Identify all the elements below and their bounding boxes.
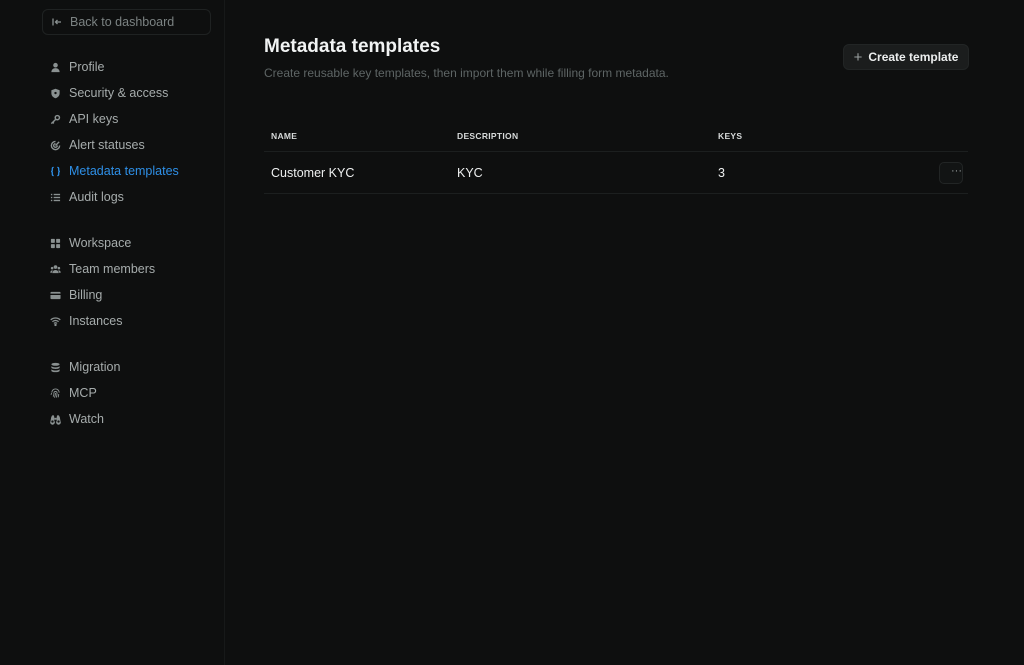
nav-group-tools: Migration MCP Watch xyxy=(42,354,222,432)
row-actions-button[interactable]: ··· xyxy=(939,162,963,184)
template-name-cell[interactable]: Customer KYC xyxy=(271,152,354,194)
sidebar-item-label: Migration xyxy=(69,360,121,374)
column-header-description[interactable]: DESCRIPTION xyxy=(457,122,518,150)
more-horizontal-icon: ··· xyxy=(951,165,962,177)
template-description-cell: KYC xyxy=(457,166,483,180)
arrow-left-icon xyxy=(51,16,63,28)
alert-icon xyxy=(50,140,61,151)
sidebar-item-billing[interactable]: Billing xyxy=(42,282,222,308)
page-title: Metadata templates xyxy=(264,36,441,57)
sidebar-item-api-keys[interactable]: API keys xyxy=(42,106,222,132)
sidebar-item-label: Metadata templates xyxy=(69,164,179,178)
sidebar-item-audit-logs[interactable]: Audit logs xyxy=(42,184,222,210)
sidebar-item-watch[interactable]: Watch xyxy=(42,406,222,432)
column-header-keys[interactable]: KEYS xyxy=(718,122,742,150)
sidebar-item-team-members[interactable]: Team members xyxy=(42,256,222,282)
back-to-dashboard-button[interactable]: Back to dashboard xyxy=(42,9,211,35)
list-icon xyxy=(50,192,61,203)
sidebar-item-workspace[interactable]: Workspace xyxy=(42,230,222,256)
credit-card-icon xyxy=(50,290,61,301)
user-icon xyxy=(50,62,61,73)
page-subtitle: Create reusable key templates, then impo… xyxy=(264,66,669,80)
sidebar-item-migration[interactable]: Migration xyxy=(42,354,222,380)
sidebar-item-label: Workspace xyxy=(69,236,132,250)
sidebar-item-label: Security & access xyxy=(69,86,169,100)
table-header: NAME DESCRIPTION KEYS xyxy=(264,122,968,152)
sidebar-item-label: Billing xyxy=(69,288,103,302)
key-icon xyxy=(50,114,61,125)
plus-icon: + xyxy=(853,48,863,66)
back-to-dashboard-label: Back to dashboard xyxy=(70,15,175,29)
sidebar-item-mcp[interactable]: MCP xyxy=(42,380,222,406)
create-template-label: Create template xyxy=(868,50,959,64)
sidebar-item-instances[interactable]: Instances xyxy=(42,308,222,334)
sidebar-item-label: Watch xyxy=(69,412,104,426)
sidebar-item-label: Audit logs xyxy=(69,190,124,204)
sidebar-item-profile[interactable]: Profile xyxy=(42,54,222,80)
database-icon xyxy=(50,362,61,373)
fingerprint-icon xyxy=(50,387,61,399)
sidebar-item-metadata-templates[interactable]: Metadata templates xyxy=(42,158,222,184)
grid-icon xyxy=(50,238,61,249)
sidebar-item-label: API keys xyxy=(69,112,119,126)
sidebar-item-security-access[interactable]: Security & access xyxy=(42,80,222,106)
settings-sidebar: Back to dashboard Profile Security & acc… xyxy=(0,0,225,665)
braces-icon xyxy=(50,166,61,177)
sidebar-item-label: MCP xyxy=(69,386,97,400)
sidebar-item-label: Alert statuses xyxy=(69,138,145,152)
table-row[interactable]: Customer KYC KYC 3 ··· xyxy=(264,152,968,194)
nav-group-workspace: Workspace Team members Billing Instances xyxy=(42,230,222,334)
sidebar-item-label: Instances xyxy=(69,314,123,328)
sidebar-item-alert-statuses[interactable]: Alert statuses xyxy=(42,132,222,158)
shield-icon xyxy=(50,88,61,99)
users-icon xyxy=(50,264,61,275)
wifi-icon xyxy=(50,316,61,327)
sidebar-item-label: Profile xyxy=(69,60,105,74)
sidebar-item-label: Team members xyxy=(69,262,156,276)
nav-group-account: Profile Security & access API keys Alert… xyxy=(42,54,222,210)
app: Back to dashboard Profile Security & acc… xyxy=(0,0,1024,665)
templates-table: NAME DESCRIPTION KEYS Customer KYC KYC 3… xyxy=(264,122,968,194)
binoculars-icon xyxy=(50,414,61,425)
create-template-button[interactable]: + Create template xyxy=(843,44,969,70)
column-header-name[interactable]: NAME xyxy=(271,122,297,150)
template-keys-cell: 3 xyxy=(718,166,725,180)
